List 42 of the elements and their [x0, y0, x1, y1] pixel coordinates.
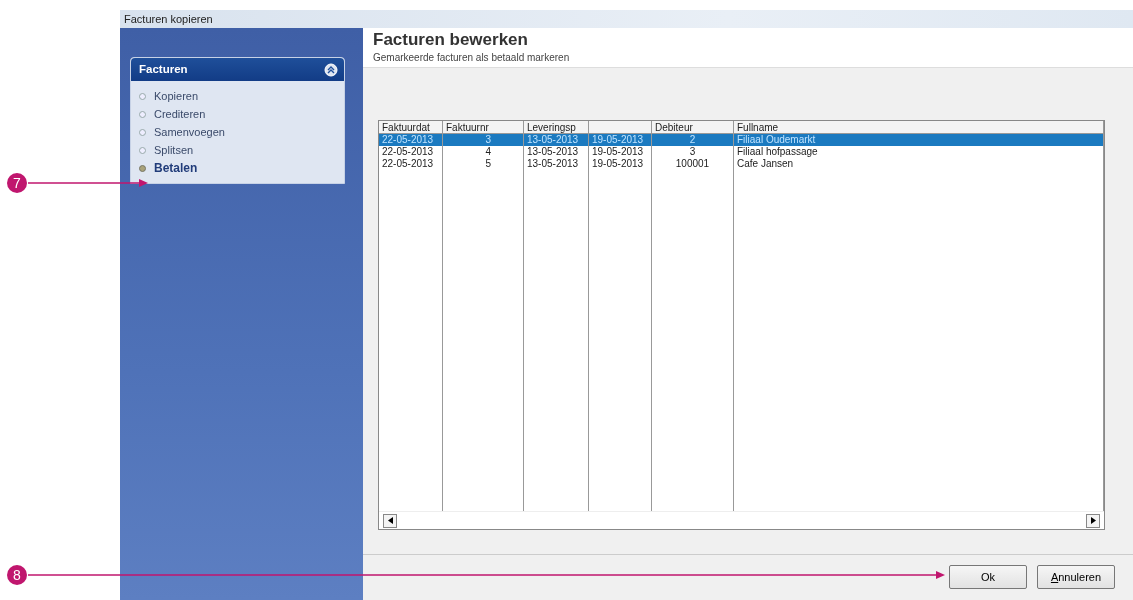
table-cell: 100001	[652, 158, 734, 170]
sidebar-option[interactable]: Crediteren	[139, 105, 344, 123]
table-cell: 2	[652, 134, 734, 146]
sidebar-option[interactable]: Samenvoegen	[139, 123, 344, 141]
sidebar-option[interactable]: Betalen	[139, 159, 344, 177]
column-header[interactable]: Leveringsp	[524, 121, 589, 134]
callout-badge: 8	[7, 565, 27, 585]
table-cell: 19-05-2013	[589, 158, 652, 170]
table-cell: 13-05-2013	[524, 146, 589, 158]
column-header[interactable]: Debiteur	[652, 121, 734, 134]
callout-badge: 7	[7, 173, 27, 193]
column-header[interactable]: Faktuurdat	[379, 121, 443, 134]
column-header[interactable]: Fullname	[734, 121, 1104, 134]
panel-title: Facturen	[139, 61, 188, 77]
table-cell: 19-05-2013	[589, 146, 652, 158]
scroll-right-button[interactable]	[1086, 513, 1100, 528]
page-subtitle: Gemarkeerde facturen als betaald markeren	[373, 51, 571, 65]
table-cell: 13-05-2013	[524, 134, 589, 146]
table-cell: Filiaal hofpassage	[734, 146, 1104, 158]
table-cell: 22-05-2013	[379, 158, 443, 170]
column-header[interactable]	[589, 121, 652, 134]
table-cell: 22-05-2013	[379, 146, 443, 158]
table-cell: 19-05-2013	[589, 134, 652, 146]
column-header[interactable]: Faktuurnr	[443, 121, 524, 134]
ok-button[interactable]: Ok	[949, 565, 1027, 589]
page-title: Facturen bewerken	[373, 30, 529, 50]
table-cell: 22-05-2013	[379, 134, 443, 146]
scroll-left-button[interactable]	[383, 513, 397, 528]
right-arrow-icon	[1090, 517, 1096, 524]
sidebar-option[interactable]: Splitsen	[139, 141, 344, 159]
table-cell: 4	[443, 146, 524, 158]
table-cell: 3	[652, 146, 734, 158]
left-arrow-icon	[387, 517, 393, 524]
collapse-icon[interactable]	[324, 62, 338, 77]
table-cell: Cafe Jansen	[734, 158, 1104, 170]
table-cell: 13-05-2013	[524, 158, 589, 170]
sidebar-option[interactable]: Kopieren	[139, 87, 344, 105]
table-cell: Filiaal Oudemarkt	[734, 134, 1104, 146]
window-title: Facturen kopieren	[120, 10, 1133, 28]
table-cell: 3	[443, 134, 524, 146]
table-cell: 5	[443, 158, 524, 170]
cancel-button[interactable]: Annuleren	[1037, 565, 1115, 589]
